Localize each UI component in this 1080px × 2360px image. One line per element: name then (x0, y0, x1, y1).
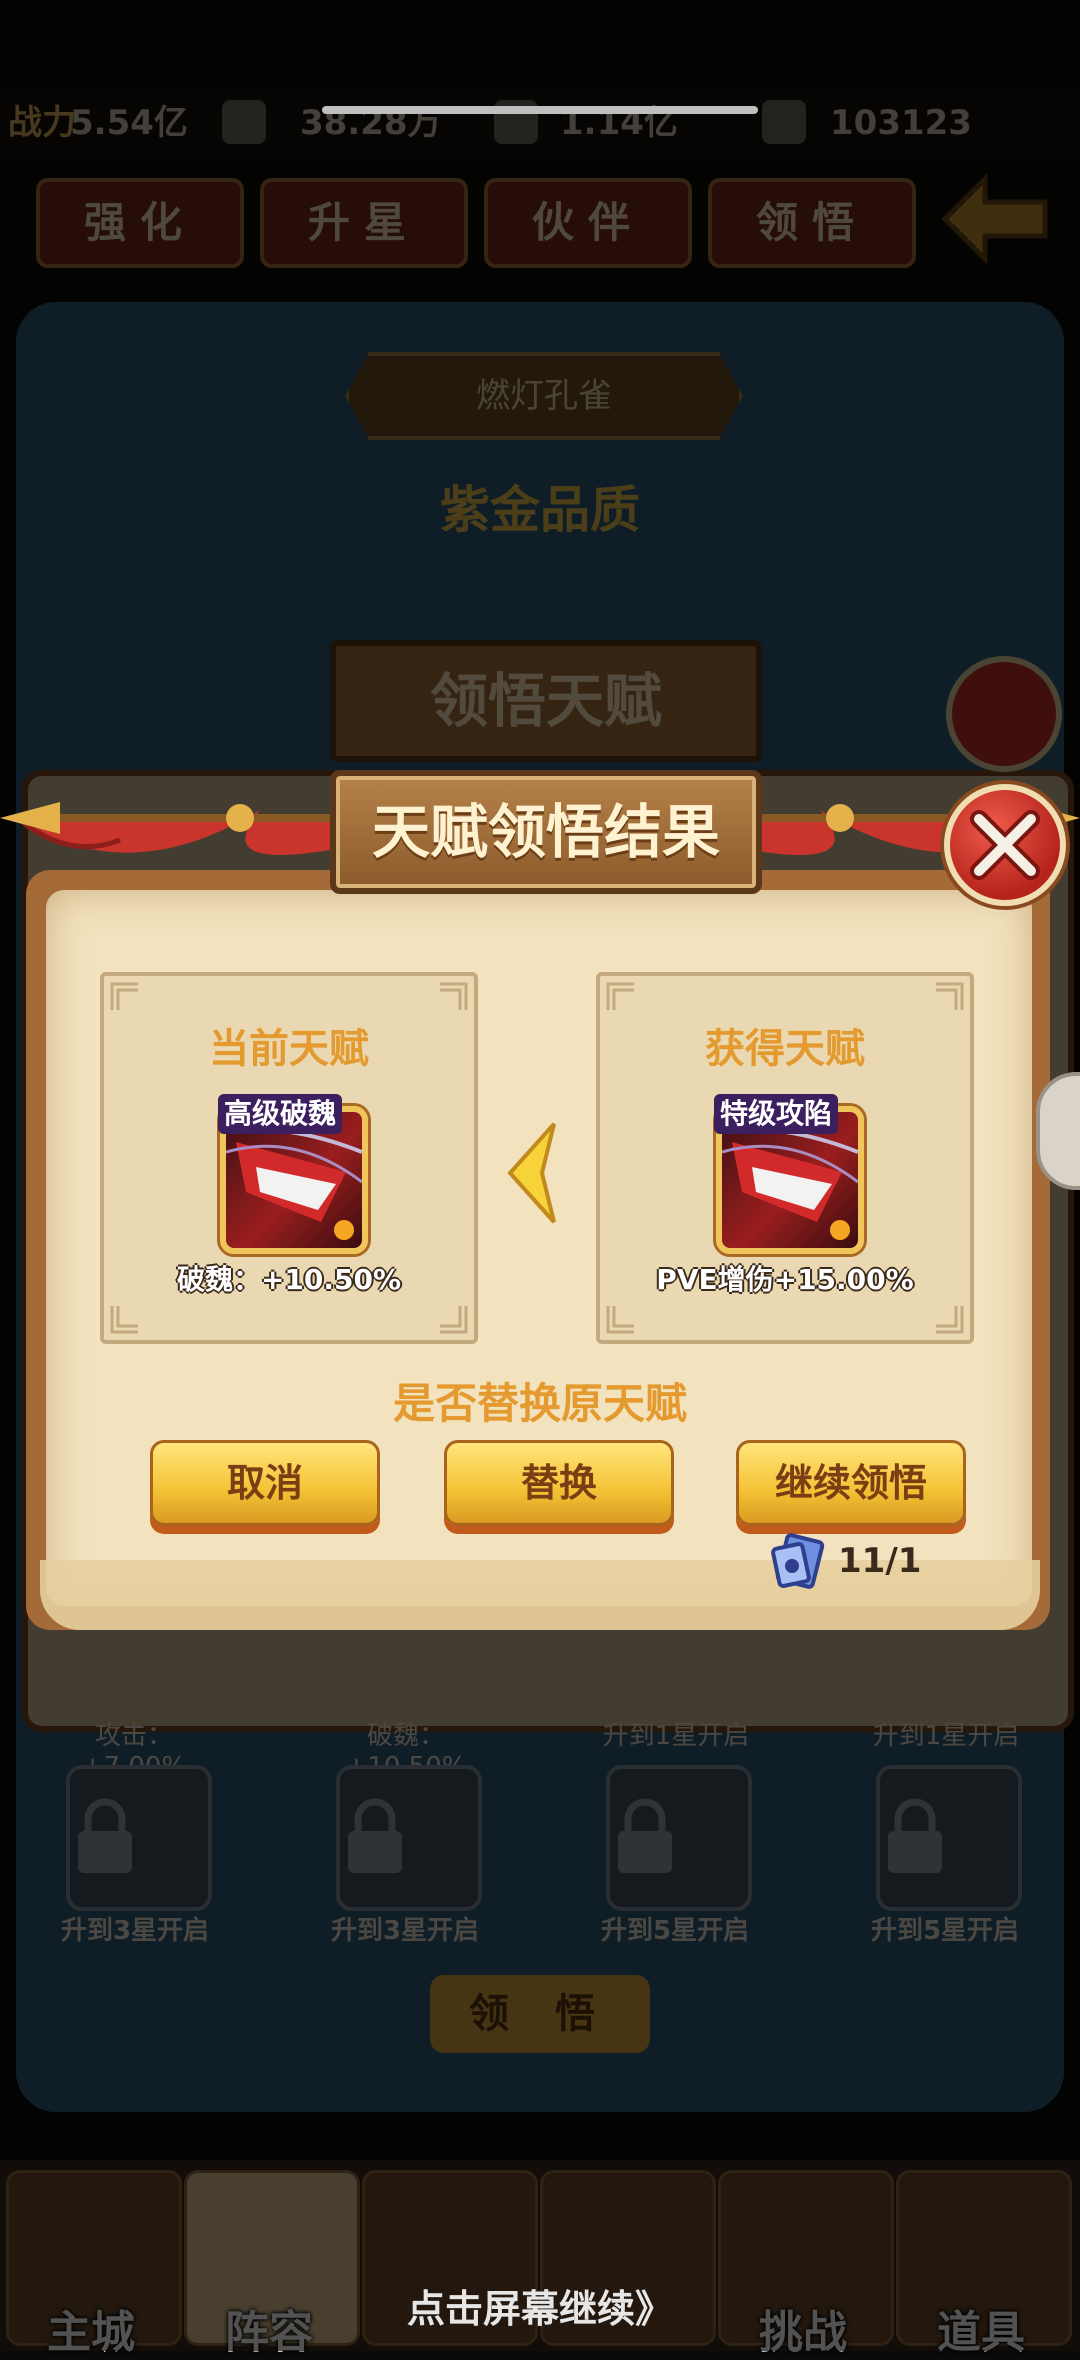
locked-slot-1[interactable] (66, 1765, 212, 1911)
obtained-talent-header: 获得天赋 (705, 1026, 865, 1072)
tab-comprehend[interactable]: 领悟 (708, 178, 916, 268)
corner-ornament-icon (440, 982, 468, 1010)
corner-ornament-icon (606, 1306, 634, 1334)
lock-icon (348, 1798, 402, 1873)
slot-4-unlock-text: 升到5星开启 (870, 1916, 1020, 1946)
tab-star-up[interactable]: 升星 (260, 178, 468, 268)
slot-3-caption: 升到1星开启 (602, 1721, 750, 1751)
current-talent-header: 当前天赋 (209, 1026, 369, 1072)
back-popup-title: 领悟天赋 (330, 640, 762, 762)
locked-slot-3[interactable] (606, 1765, 752, 1911)
currency-3-value: 103123 (830, 103, 972, 143)
obtained-talent-tag: 特级攻陷 (714, 1094, 839, 1134)
tap-to-continue[interactable]: 点击屏幕继续》 (390, 2278, 690, 2338)
power-label: 战力 (8, 103, 76, 143)
modal-close-button[interactable] (944, 784, 1066, 906)
hero-quality: 紫金品质 (440, 481, 640, 539)
drag-handle (322, 106, 758, 114)
corner-ornament-icon (606, 982, 634, 1010)
slot-4-caption: 升到1星开启 (872, 1721, 1020, 1751)
comprehend-button[interactable]: 领 悟 (430, 1975, 650, 2053)
power-value: 5.54亿 (70, 103, 188, 143)
corner-ornament-icon (110, 1306, 138, 1334)
tab-partner[interactable]: 伙伴 (484, 178, 692, 268)
obtained-talent-value: PVE增伤+15.00% (656, 1263, 914, 1296)
replace-button[interactable]: 替换 (444, 1440, 674, 1526)
slot-1-unlock-text: 升到3星开启 (60, 1916, 210, 1946)
chevron-left-icon (507, 1122, 556, 1224)
nav-label-items: 道具 (937, 2307, 1025, 2358)
cancel-button[interactable]: 取消 (150, 1440, 380, 1526)
back-popup-close-button[interactable] (946, 656, 1062, 772)
corner-ornament-icon (936, 982, 964, 1010)
corner-ornament-icon (440, 1306, 468, 1334)
obtained-talent-card: 获得天赋 特级攻陷 PVE增伤+15.00% (596, 972, 974, 1344)
side-expand-tab[interactable] (1036, 1072, 1080, 1190)
corner-ornament-icon (936, 1306, 964, 1334)
replace-question: 是否替换原天赋 (392, 1379, 687, 1428)
back-arrow-icon[interactable] (940, 174, 1050, 264)
nav-label-lineup: 阵容 (225, 2307, 313, 2358)
hero-name-banner: 燃灯孔雀 (345, 352, 743, 440)
slot-3-unlock-text: 升到5星开启 (600, 1916, 750, 1946)
current-talent-card: 当前天赋 高级破魏 破魏：+10.50% (100, 972, 478, 1344)
lock-icon (618, 1798, 672, 1873)
corner-ornament-icon (110, 982, 138, 1010)
continue-comprehend-button[interactable]: 继续领悟 (736, 1440, 966, 1526)
locked-slot-2[interactable] (336, 1765, 482, 1911)
nav-label-challenge: 挑战 (759, 2307, 847, 2358)
slot-2-unlock-text: 升到3星开启 (330, 1916, 480, 1946)
modal-title: 天赋领悟结果 (371, 798, 720, 866)
lock-icon (78, 1798, 132, 1873)
current-talent-value: 破魏：+10.50% (176, 1263, 402, 1296)
comprehend-cost: 11/1 (838, 1541, 922, 1581)
locked-slot-4[interactable] (876, 1765, 1022, 1911)
current-talent-tag: 高级破魏 (218, 1094, 343, 1134)
tab-strengthen[interactable]: 强化 (36, 178, 244, 268)
add-power-button[interactable] (222, 100, 266, 144)
lock-icon (888, 1798, 942, 1873)
close-icon (970, 810, 1040, 880)
nav-label-main-city: 主城 (47, 2307, 135, 2358)
add-currency-2-button[interactable] (762, 100, 806, 144)
comprehend-scroll-icon (771, 1533, 825, 1589)
